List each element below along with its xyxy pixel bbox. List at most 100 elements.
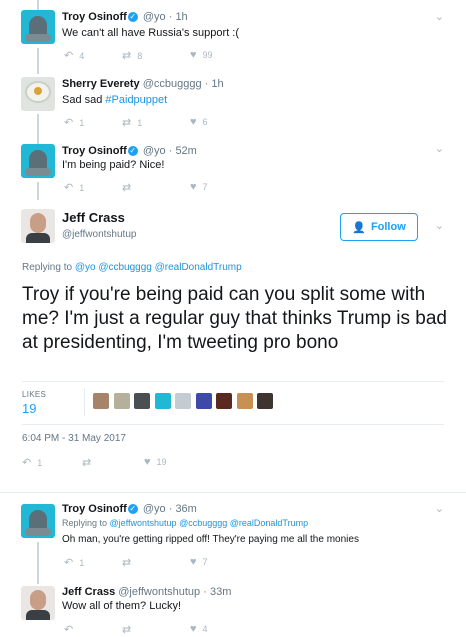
tweet-text: I'm being paid? Nice! xyxy=(62,159,165,171)
mention-link[interactable]: @ccbugggg xyxy=(179,518,227,528)
avatar[interactable] xyxy=(21,209,55,243)
mention-link[interactable]: @jeffwontshutup xyxy=(110,518,177,528)
liker-avatar[interactable] xyxy=(216,393,232,409)
likes-label: LIKES xyxy=(22,390,47,399)
tweet-sherry[interactable]: Sherry Everety @ccbugggg · 1h Sad sad #P… xyxy=(0,72,466,138)
add-user-icon: 👤 xyxy=(352,221,366,234)
reply-count: 1 xyxy=(79,118,85,128)
liker-avatar[interactable] xyxy=(134,393,150,409)
liker-avatar[interactable] xyxy=(195,393,212,409)
tweet-header: Troy Osinoff ✓ @yo · 52m xyxy=(62,145,197,157)
tweet-timestamp[interactable]: 6:04 PM - 31 May 2017 xyxy=(22,433,126,444)
retweet-count: 1 xyxy=(137,118,143,128)
retweet-icon: ⇄ xyxy=(122,182,132,194)
mention-link[interactable]: @realDonaldTrump xyxy=(155,262,242,273)
replying-to: Replying to @yo @ccbugggg @realDonaldTru… xyxy=(22,262,242,273)
liker-avatar[interactable] xyxy=(113,393,130,409)
reply-button[interactable]: ↶ 1 xyxy=(64,116,84,129)
handle[interactable]: @ccbugggg xyxy=(143,78,202,90)
avatar[interactable] xyxy=(21,10,55,44)
tweet-text: We can't all have Russia's support :( xyxy=(62,27,240,39)
like-button[interactable]: ♥ 19 xyxy=(144,456,167,468)
display-name[interactable]: Troy Osinoff xyxy=(62,11,127,23)
hashtag-link[interactable]: #Paidpuppet xyxy=(105,94,167,106)
liker-avatar[interactable] xyxy=(93,393,109,409)
retweet-button[interactable]: ⇄ xyxy=(122,623,137,636)
like-button[interactable]: ♥ 99 xyxy=(190,49,213,61)
liker-avatar[interactable] xyxy=(154,393,171,409)
reply-jeff[interactable]: Jeff Crass @jeffwontshutup · 33m Wow all… xyxy=(0,579,466,636)
chevron-down-icon[interactable]: ⌄ xyxy=(435,10,444,23)
chevron-down-icon[interactable]: ⌄ xyxy=(435,502,444,515)
retweet-button[interactable]: ⇄ 1 xyxy=(122,116,142,129)
reply-icon: ↶ xyxy=(64,50,74,62)
liker-avatar[interactable] xyxy=(257,393,273,409)
reply-button[interactable]: ↶ xyxy=(64,623,79,636)
like-button[interactable]: ♥ 4 xyxy=(190,623,208,635)
like-button[interactable]: ♥ 7 xyxy=(190,181,208,193)
tweet-troy-1[interactable]: Troy Osinoff ✓ @yo · 1h ⌄ We can't all ha… xyxy=(0,0,466,72)
replying-to-label: Replying to xyxy=(22,262,73,273)
chevron-down-icon[interactable]: ⌄ xyxy=(435,142,444,155)
tweet-actions: ↶ 1 ⇄ ♥ 7 xyxy=(62,181,302,195)
avatar[interactable] xyxy=(21,144,55,178)
timestamp[interactable]: 33m xyxy=(210,586,231,598)
timestamp[interactable]: 1h xyxy=(175,11,187,23)
display-name[interactable]: Troy Osinoff xyxy=(62,503,127,515)
reply-button[interactable]: ↶ 4 xyxy=(64,49,84,62)
reply-count: 1 xyxy=(79,183,85,193)
reply-icon: ↶ xyxy=(64,624,74,636)
like-count: 7 xyxy=(202,557,208,567)
retweet-button[interactable]: ⇄ xyxy=(122,556,137,569)
verified-badge-icon: ✓ xyxy=(127,12,138,22)
handle[interactable]: @yo xyxy=(143,145,166,157)
display-name[interactable]: Sherry Everety xyxy=(62,78,140,90)
timestamp[interactable]: 52m xyxy=(175,145,196,157)
retweet-button[interactable]: ⇄ 8 xyxy=(122,49,142,62)
display-name[interactable]: Jeff Crass xyxy=(62,210,125,225)
display-name[interactable]: Jeff Crass xyxy=(62,586,115,598)
tweet-actions: ↶ 4 ⇄ 8 ♥ 99 xyxy=(62,49,302,63)
separator-dot: · xyxy=(204,78,209,90)
mention-link[interactable]: @ccbugggg xyxy=(98,262,152,273)
replying-to: Replying to @jeffwontshutup @ccbugggg @r… xyxy=(62,518,308,528)
divider xyxy=(84,388,85,416)
retweet-button[interactable]: ⇄ xyxy=(122,181,137,194)
handle[interactable]: @jeffwontshutup xyxy=(118,586,200,598)
like-button[interactable]: ♥ 7 xyxy=(190,556,208,568)
separator-dot: · xyxy=(168,503,173,515)
tweet-actions: ↶ 1 ⇄ ♥ 7 xyxy=(62,556,302,570)
verified-badge-icon: ✓ xyxy=(127,146,138,156)
mention-link[interactable]: @yo xyxy=(75,262,96,273)
like-button[interactable]: ♥ 6 xyxy=(190,116,208,128)
reply-button[interactable]: ↶ 1 xyxy=(64,556,84,569)
tweet-troy-2[interactable]: Troy Osinoff ✓ @yo · 52m ⌄ I'm being paid… xyxy=(0,138,466,200)
tweet-text: Oh man, you're getting ripped off! They'… xyxy=(62,534,359,545)
separator-dot: · xyxy=(168,11,173,23)
avatar[interactable] xyxy=(21,504,55,538)
retweet-icon: ⇄ xyxy=(82,457,92,469)
timestamp[interactable]: 36m xyxy=(175,503,196,515)
avatar[interactable] xyxy=(21,586,55,620)
reply-troy[interactable]: Troy Osinoff ✓ @yo · 36m ⌄ Replying to @j… xyxy=(0,493,466,579)
liker-avatar[interactable] xyxy=(175,393,191,409)
heart-icon: ♥ xyxy=(190,623,197,635)
retweet-count: 8 xyxy=(137,51,143,61)
avatar[interactable] xyxy=(21,77,55,111)
divider xyxy=(22,381,444,382)
timestamp[interactable]: 1h xyxy=(211,78,223,90)
reply-button[interactable]: ↶ 1 xyxy=(64,181,84,194)
follow-button[interactable]: 👤 Follow xyxy=(340,213,418,241)
reply-button[interactable]: ↶ 1 xyxy=(22,456,42,469)
mention-link[interactable]: @realDonaldTrump xyxy=(230,518,308,528)
liker-avatar[interactable] xyxy=(236,393,253,409)
like-count: 6 xyxy=(202,117,208,127)
separator-dot: · xyxy=(203,586,207,598)
handle[interactable]: @yo xyxy=(143,11,166,23)
handle[interactable]: @jeffwontshutup xyxy=(62,229,136,240)
display-name[interactable]: Troy Osinoff xyxy=(62,145,127,157)
handle[interactable]: @yo xyxy=(143,503,166,515)
likes-count[interactable]: 19 xyxy=(22,401,36,416)
retweet-button[interactable]: ⇄ xyxy=(82,456,97,469)
chevron-down-icon[interactable]: ⌄ xyxy=(435,219,444,232)
